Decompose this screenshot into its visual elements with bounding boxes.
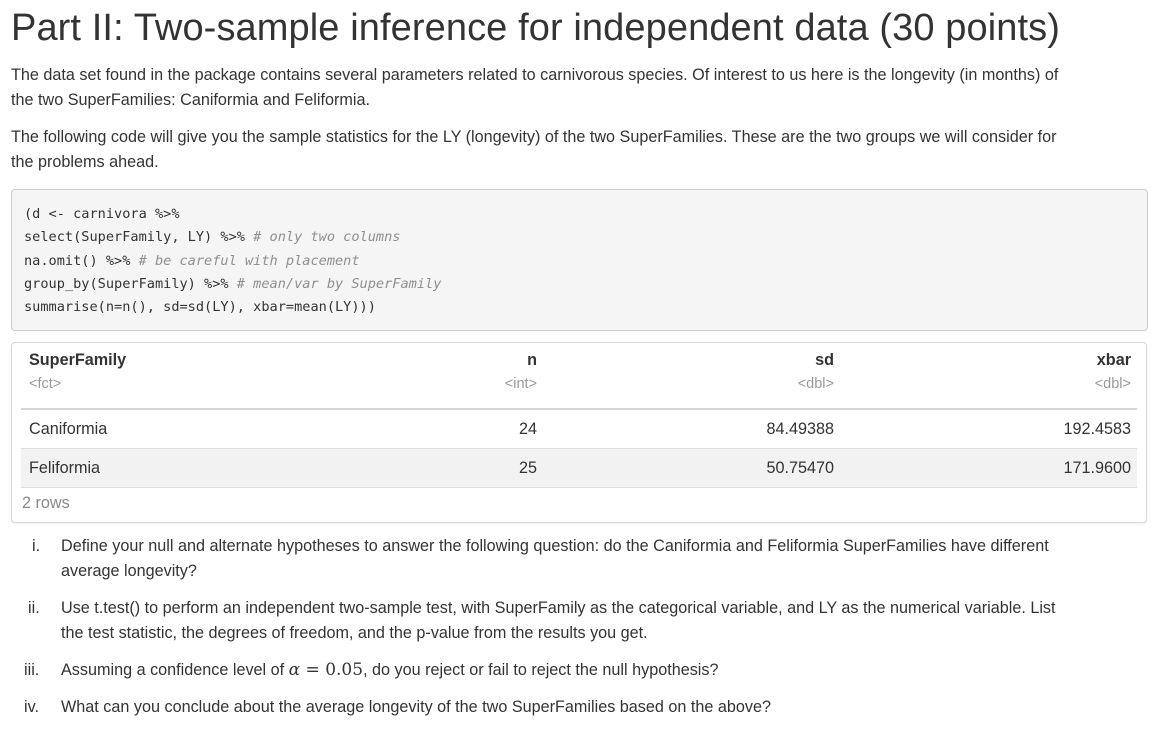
header-n-name: n <box>527 351 537 369</box>
cell-n: 25 <box>518 459 537 477</box>
page-title: Part II: Two-sample inference for indepe… <box>11 7 1060 49</box>
intro-line-2: the two SuperFamilies: Caniformia and Fe… <box>11 91 370 109</box>
question-text-line-2: average longevity? <box>61 562 197 580</box>
question-item: iii. Assuming a confidence level of α = … <box>24 658 1140 683</box>
header-superfamily[interactable]: SuperFamily <fct> <box>29 350 126 394</box>
math-expression: α = 0.05 <box>289 660 363 680</box>
code-line-2-code: select(SuperFamily, LY) %>% <box>24 229 254 246</box>
math-equals: = <box>300 660 326 680</box>
math-value: 0.05 <box>325 660 364 680</box>
results-table-card: SuperFamily <fct> n <int> sd <dbl> xbar … <box>11 342 1147 523</box>
header-n-type: <int> <box>504 376 537 392</box>
question-text-line-1: Define your null and alternate hypothese… <box>61 537 1049 555</box>
question-item: iv. What can you conclude about the aver… <box>24 695 1140 720</box>
header-xbar[interactable]: xbar <dbl> <box>1095 350 1131 394</box>
code-intro-paragraph: The following code will give you the sam… <box>11 125 1148 175</box>
row-count-label: 2 rows <box>22 494 70 512</box>
code-line-1: (d <- carnivora %>% <box>24 206 180 222</box>
cell-xbar: 171.9600 <box>1063 459 1131 477</box>
header-xbar-type: <dbl> <box>1094 376 1131 392</box>
intro-line-1: The data set found in the package contai… <box>11 66 1059 84</box>
cell-superfamily: Feliformia <box>29 459 101 477</box>
code-line-3: na.omit() %>% # be careful with placemen… <box>24 250 1135 273</box>
code-block[interactable]: (d <- carnivora %>% select(SuperFamily, L… <box>11 189 1148 331</box>
header-superfamily-type: <fct> <box>29 376 62 392</box>
question-text-before: Assuming a confidence level of <box>61 661 289 679</box>
results-table: SuperFamily <fct> n <int> sd <dbl> xbar … <box>21 343 1137 488</box>
code-intro-line-1: The following code will give you the sam… <box>11 128 1057 146</box>
question-text-line-1: Use t.test() to perform an independent t… <box>61 599 1056 617</box>
question-item: ii. Use t.test() to perform an independe… <box>28 596 1140 646</box>
code-line-4-comment: # mean/var by SuperFamily <box>236 275 442 292</box>
question-number: iii. <box>24 661 40 679</box>
question-number: iv. <box>24 698 39 716</box>
code-line-2-comment: # only two columns <box>253 229 401 246</box>
code-line-3-comment: # be careful with placement <box>138 252 360 269</box>
code-line-3-code: na.omit() %>% <box>24 252 139 269</box>
code-line-2: select(SuperFamily, LY) %>% # only two c… <box>24 226 1135 249</box>
math-alpha-symbol: α <box>288 660 301 680</box>
table-row: Caniformia 24 84.49388 192.4583 <box>21 410 1137 449</box>
intro-paragraph: The data set found in the package contai… <box>11 63 1148 113</box>
code-line-5: summarise(n=n(), sd=sd(LY), xbar=mean(LY… <box>24 299 376 316</box>
header-superfamily-name: SuperFamily <box>29 351 127 369</box>
document-content: Part II: Two-sample inference for indepe… <box>11 0 1148 331</box>
cell-sd: 50.75470 <box>766 459 834 477</box>
question-text-line-2: the test statistic, the degrees of freed… <box>61 624 648 642</box>
code-line-4: group_by(SuperFamily) %>% # mean/var by … <box>24 273 1135 296</box>
code-line-4-code: group_by(SuperFamily) %>% <box>24 275 237 292</box>
cell-xbar: 192.4583 <box>1063 420 1131 438</box>
cell-sd: 84.49388 <box>766 420 834 438</box>
header-n[interactable]: n <int> <box>505 350 537 394</box>
header-sd-name: sd <box>815 351 834 369</box>
question-list: i. Define your null and alternate hypoth… <box>24 534 1140 732</box>
question-text-after: , do you reject or fail to reject the nu… <box>363 661 719 679</box>
table-header: SuperFamily <fct> n <int> sd <dbl> xbar … <box>21 343 1137 410</box>
header-sd[interactable]: sd <dbl> <box>798 350 834 394</box>
header-sd-type: <dbl> <box>797 376 834 392</box>
code-intro-line-2: the problems ahead. <box>11 153 159 171</box>
question-number: i. <box>32 537 41 555</box>
cell-n: 24 <box>518 420 537 438</box>
question-number: ii. <box>28 599 40 617</box>
question-item: i. Define your null and alternate hypoth… <box>32 534 1140 584</box>
header-xbar-name: xbar <box>1096 351 1131 369</box>
cell-superfamily: Caniformia <box>29 420 108 438</box>
question-text-line-1: What can you conclude about the average … <box>61 698 772 716</box>
table-row: Feliformia 25 50.75470 171.9600 <box>21 449 1137 488</box>
